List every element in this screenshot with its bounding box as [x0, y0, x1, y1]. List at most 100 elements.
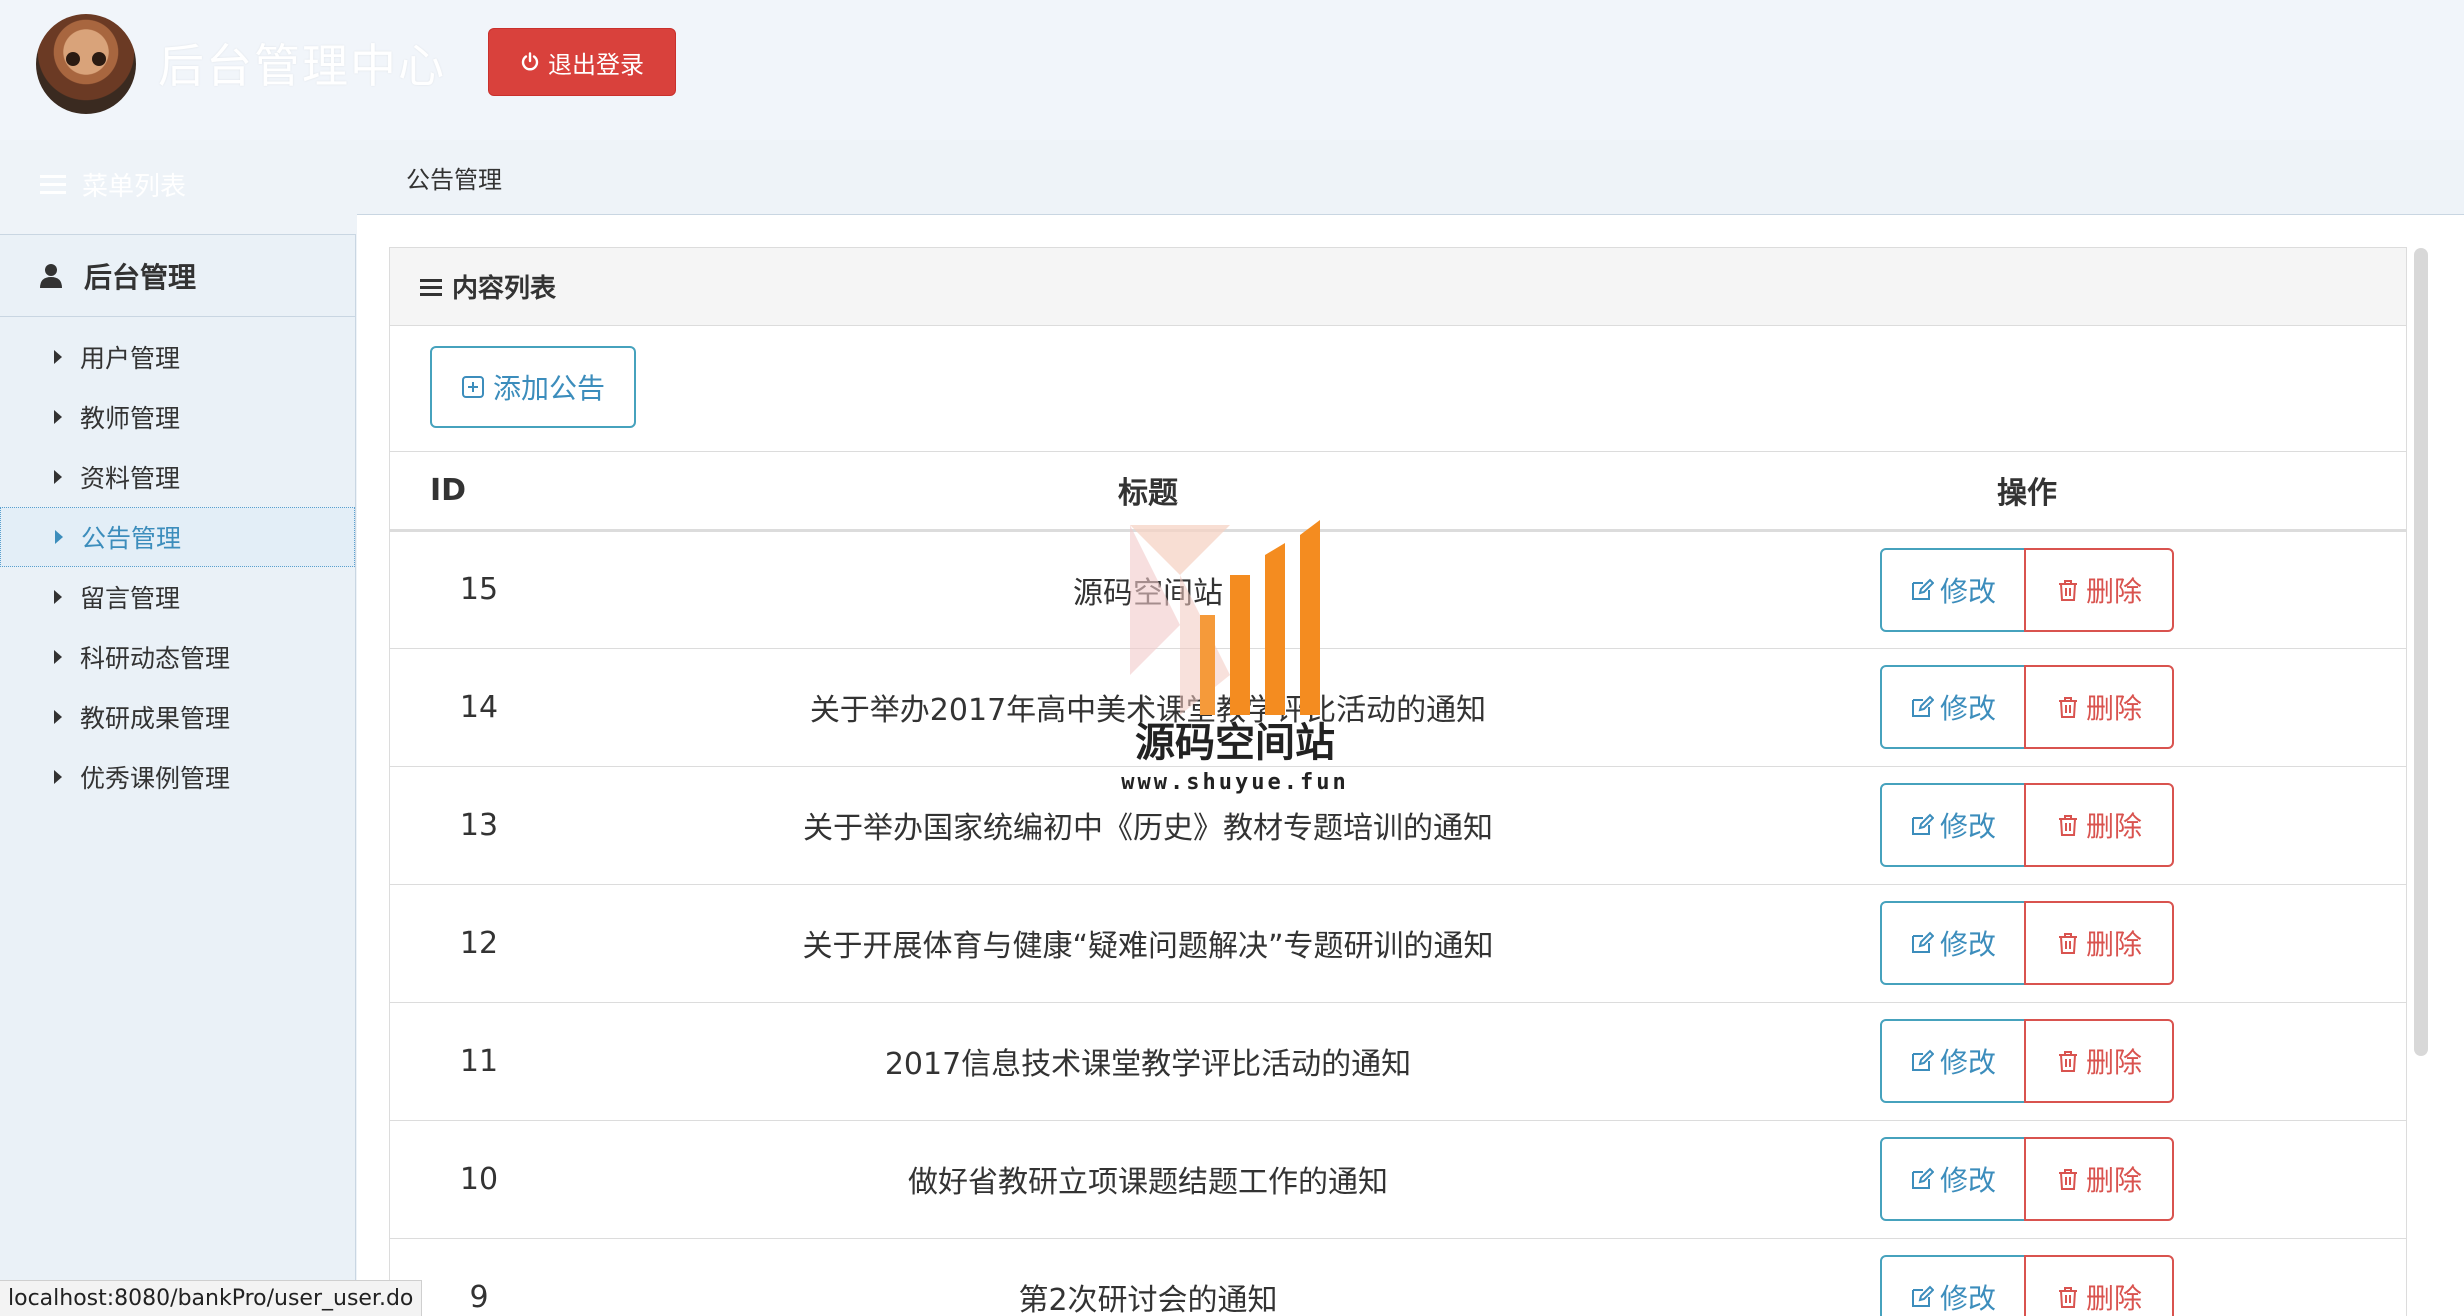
caret-right-icon — [54, 770, 62, 784]
cell-actions: 修改 删除 — [1648, 766, 2406, 885]
delete-label: 删除 — [2085, 1282, 2142, 1315]
sidebar-item-label: 用户管理 — [80, 344, 181, 373]
add-notice-button[interactable]: 添加公告 — [430, 346, 636, 428]
action-group: 修改 删除 — [1880, 901, 2174, 985]
cell-id: 10 — [390, 1120, 648, 1239]
app-title: 后台管理中心 — [158, 39, 446, 93]
edit-label: 修改 — [1939, 1046, 1996, 1079]
sidebar-section-header[interactable]: 后台管理 — [0, 235, 355, 317]
table-header-row: ID 标题 操作 — [390, 452, 2406, 532]
caret-right-icon — [54, 710, 62, 724]
sidebar-item[interactable]: 公告管理 — [0, 507, 355, 567]
delete-button[interactable]: 删除 — [2024, 901, 2174, 985]
sidebar-item-label: 教研成果管理 — [80, 704, 231, 733]
add-notice-label: 添加公告 — [492, 372, 605, 405]
sidebar-item-label: 资料管理 — [80, 464, 181, 493]
edit-icon — [1910, 578, 1934, 602]
cell-actions: 修改 删除 — [1648, 648, 2406, 767]
logout-button[interactable]: 退出登录 — [488, 28, 676, 96]
plus-square-icon — [461, 376, 484, 398]
trash-icon — [2056, 1049, 2080, 1073]
trash-icon — [2056, 813, 2080, 837]
edit-label: 修改 — [1939, 810, 1996, 843]
delete-label: 删除 — [2085, 810, 2142, 843]
edit-icon — [1910, 1167, 1934, 1191]
edit-button[interactable]: 修改 — [1880, 1255, 2026, 1316]
trash-icon — [2056, 1285, 2080, 1309]
caret-right-icon — [54, 410, 62, 424]
delete-button[interactable]: 删除 — [2024, 547, 2174, 632]
action-group: 修改 删除 — [1880, 1019, 2174, 1103]
sidebar-item-label: 教师管理 — [80, 404, 181, 433]
delete-label: 删除 — [2085, 692, 2142, 725]
delete-button[interactable]: 删除 — [2024, 1019, 2174, 1103]
avatar[interactable] — [36, 14, 136, 114]
edit-button[interactable]: 修改 — [1880, 783, 2026, 867]
panel-heading: 内容列表 — [390, 248, 2406, 326]
panel-heading-label: 内容列表 — [452, 274, 557, 304]
delete-button[interactable]: 删除 — [2024, 665, 2174, 749]
power-icon — [521, 52, 539, 71]
caret-right-icon — [54, 350, 62, 364]
delete-button[interactable]: 删除 — [2024, 783, 2174, 867]
edit-button[interactable]: 修改 — [1880, 1137, 2026, 1221]
panel-toolbar: 添加公告 — [390, 326, 2406, 452]
sidebar-item[interactable]: 资料管理 — [0, 447, 355, 507]
cell-actions: 修改 删除 — [1648, 1238, 2406, 1316]
notice-table: ID 标题 操作 15 源码空间站 修改 删除 14 关于举办2017年高中美术课堂教学评… — [390, 452, 2406, 1316]
edit-label: 修改 — [1939, 1164, 1996, 1197]
action-group: 修改 删除 — [1880, 1255, 2174, 1316]
edit-button[interactable]: 修改 — [1880, 547, 2026, 632]
cell-title: 关于开展体育与健康“疑难问题解决”专题研训的通知 — [648, 884, 1648, 1003]
table-row: 9 第2次研讨会的通知 修改 删除 — [390, 1238, 2406, 1316]
sidebar-item[interactable]: 优秀课例管理 — [0, 747, 355, 807]
sidebar-item[interactable]: 教研成果管理 — [0, 687, 355, 747]
cell-id: 14 — [390, 648, 648, 767]
caret-right-icon — [55, 530, 63, 544]
cell-actions: 修改 删除 — [1648, 1002, 2406, 1121]
sidebar-item[interactable]: 用户管理 — [0, 327, 355, 387]
delete-button[interactable]: 删除 — [2024, 1137, 2174, 1221]
menu-list-toggle[interactable]: 菜单列表 — [40, 166, 186, 203]
trash-icon — [2056, 578, 2080, 602]
delete-label: 删除 — [2085, 1164, 2142, 1197]
cell-actions: 修改 删除 — [1648, 884, 2406, 1003]
top-header: 后台管理中心 退出登录 菜单列表 公告管理 — [0, 0, 2464, 202]
caret-right-icon — [54, 650, 62, 664]
main-content: 内容列表 添加公告 ID 标题 操作 15 源码空间站 修改 删除 14 关于举办2017… — [357, 214, 2464, 1316]
sidebar-item[interactable]: 留言管理 — [0, 567, 355, 627]
delete-label: 删除 — [2085, 574, 2142, 608]
table-row: 10 做好省教研立项课题结题工作的通知 修改 删除 — [390, 1120, 2406, 1239]
column-header-title: 标题 — [648, 452, 1648, 532]
cell-id: 12 — [390, 884, 648, 1003]
edit-button[interactable]: 修改 — [1880, 1019, 2026, 1103]
list-icon — [420, 278, 442, 296]
sidebar-item[interactable]: 科研动态管理 — [0, 627, 355, 687]
edit-label: 修改 — [1939, 692, 1996, 725]
sidebar-item[interactable]: 教师管理 — [0, 387, 355, 447]
edit-icon — [1910, 695, 1934, 719]
table-row: 15 源码空间站 修改 删除 — [390, 530, 2406, 649]
edit-icon — [1910, 813, 1934, 837]
vertical-scrollbar[interactable] — [2414, 248, 2428, 1056]
edit-label: 修改 — [1939, 1282, 1996, 1315]
sidebar-item-label: 优秀课例管理 — [80, 764, 231, 793]
cell-id: 15 — [390, 530, 648, 649]
edit-button[interactable]: 修改 — [1880, 901, 2026, 985]
sidebar: 后台管理 用户管理教师管理资料管理公告管理留言管理 科研动态管理教研成果管理 优秀… — [0, 234, 356, 1316]
column-header-id: ID — [390, 452, 648, 532]
cell-title: 第2次研讨会的通知 — [648, 1238, 1648, 1316]
column-header-actions: 操作 — [1648, 452, 2406, 532]
status-bar: localhost:8080/bankPro/user_user.do — [0, 1280, 423, 1316]
cell-title: 做好省教研立项课题结题工作的通知 — [648, 1120, 1648, 1239]
edit-button[interactable]: 修改 — [1880, 665, 2026, 749]
content-panel: 内容列表 添加公告 ID 标题 操作 15 源码空间站 修改 删除 14 关于举办2017… — [389, 247, 2407, 1316]
action-group: 修改 删除 — [1880, 783, 2174, 867]
delete-button[interactable]: 删除 — [2024, 1255, 2174, 1316]
table-body: 15 源码空间站 修改 删除 14 关于举办2017年高中美术课堂教学评比活动的通知 修改删… — [390, 530, 2406, 1316]
delete-label: 删除 — [2085, 1046, 2142, 1079]
sidebar-item-label: 公告管理 — [81, 524, 182, 553]
cell-actions: 修改 删除 — [1648, 530, 2406, 649]
action-group: 修改 删除 — [1880, 1137, 2174, 1221]
trash-icon — [2056, 931, 2080, 955]
